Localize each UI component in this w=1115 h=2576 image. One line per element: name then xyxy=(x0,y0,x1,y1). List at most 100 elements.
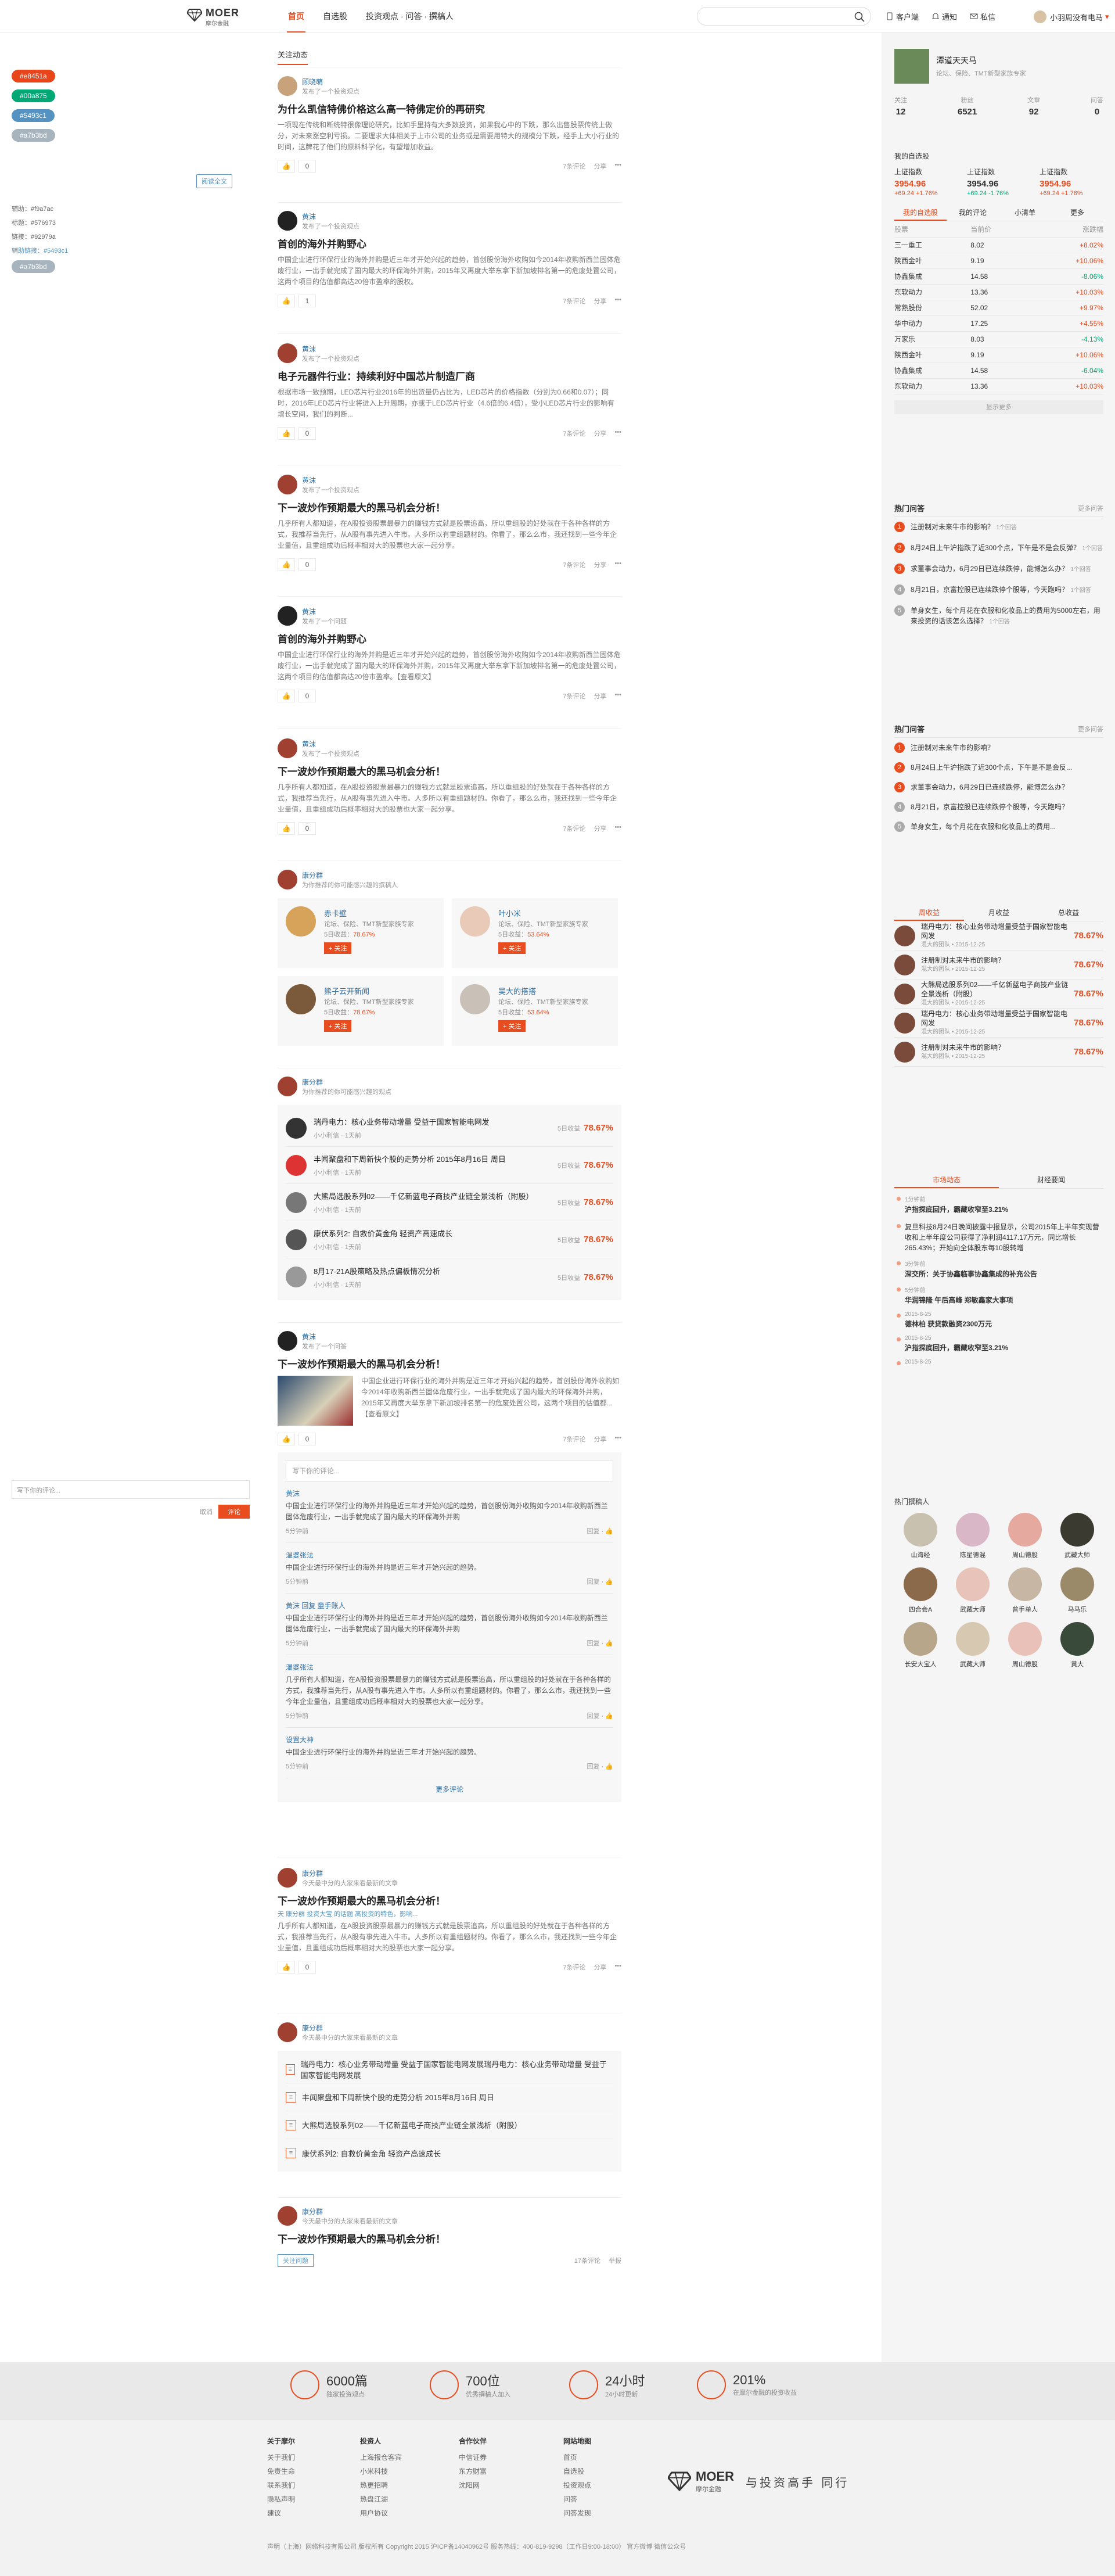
share-button[interactable]: 分享 xyxy=(594,691,606,701)
list-item[interactable]: 瑞丹电力：核心业务带动增量 受益于国家智能电网发 小小利信 · 1天前 5日收益 78… xyxy=(286,1110,613,1147)
reply-button[interactable]: 回复 · 👍 xyxy=(587,1761,613,1771)
avatar[interactable] xyxy=(278,606,297,626)
list-item[interactable]: 8月17-21A股策略及热点偏板情况分析 小小利信 · 1天前 5日收益 78.67% xyxy=(286,1258,613,1296)
rank-item[interactable]: 注册制对未来牛市的影响？ 混大的团队 • 2015-12-25 78.67% xyxy=(894,1038,1103,1067)
author-name[interactable]: 黄沫 xyxy=(302,211,359,221)
list-item[interactable]: ≡ 康伏系列2: 自救价黄金角 轻资产高速成长 xyxy=(286,2139,613,2167)
like-button[interactable]: 👍 xyxy=(278,690,295,702)
stock-name[interactable]: 万家乐 xyxy=(894,331,971,347)
author-name[interactable]: 黄沫 xyxy=(302,344,359,354)
submit-button[interactable]: 评论 xyxy=(218,1505,250,1519)
footer-link[interactable]: 热盘江湖 xyxy=(360,2492,402,2506)
notice-link[interactable]: 通知 xyxy=(931,11,957,22)
reply-button[interactable]: 回复 · 👍 xyxy=(587,1526,613,1535)
avatar[interactable] xyxy=(278,2206,297,2226)
writer-card[interactable]: 赤卡壁 论坛、保险、TMT新型家族专家 5日收益：78.67% + 关注 xyxy=(278,898,444,968)
item-title[interactable]: 瑞丹电力：核心业务带动增量受益于国家智能电网发 xyxy=(921,922,1074,941)
footer-link[interactable]: 免责生命 xyxy=(267,2464,295,2478)
stock-name[interactable]: 陕西金叶 xyxy=(894,253,971,269)
item-title[interactable]: 康伏系列2: 自救价黄金角 轻资产高速成长 xyxy=(302,2148,441,2159)
tab-month[interactable]: 月收益 xyxy=(964,904,1034,921)
tab-week[interactable]: 周收益 xyxy=(894,904,964,921)
search-icon[interactable] xyxy=(854,12,865,22)
comment-count[interactable]: 7条评论 xyxy=(563,824,585,833)
writer-item[interactable]: 周山德股 xyxy=(999,1622,1051,1669)
share-button[interactable]: 分享 xyxy=(594,1963,606,1972)
author-name[interactable]: 黄沫 xyxy=(302,475,359,485)
feed-item[interactable]: 复旦科技8月24日晚间披露中报显示，公司2015年上半年实现营收和上半年度公司获… xyxy=(894,1222,1103,1259)
like-button[interactable]: 👍 xyxy=(278,160,295,173)
rank-item[interactable]: 瑞丹电力：核心业务带动增量受益于国家智能电网发 混大的团队 • 2015-12-2… xyxy=(894,921,1103,950)
list-item[interactable]: ≡ 丰闻聚盘和下周新快个股的走势分析 2015年8月16日 周日 xyxy=(286,2083,613,2111)
more-icon[interactable]: ••• xyxy=(614,560,621,569)
user-menu[interactable]: 小羽周没有电马 ▾ xyxy=(1034,10,1109,23)
comment-count[interactable]: 7条评论 xyxy=(563,296,585,306)
post-title[interactable]: 下一波炒作预期最大的黑马机会分析！ xyxy=(278,501,621,516)
tab-market-news[interactable]: 市场动态 xyxy=(894,1171,999,1188)
stock-name[interactable]: 陕西金叶 xyxy=(894,347,971,363)
avatar[interactable] xyxy=(278,2022,297,2042)
avatar[interactable] xyxy=(278,343,297,363)
more-icon[interactable]: ••• xyxy=(614,1963,621,1972)
more-icon[interactable]: ••• xyxy=(614,691,621,701)
comment-count[interactable]: 7条评论 xyxy=(563,691,585,701)
follow-button[interactable]: + 关注 xyxy=(324,1020,352,1032)
more-icon[interactable]: ••• xyxy=(614,296,621,306)
feed-item[interactable]: 2015-8-25 沪指探底回升，霸藏收窄至3.21% xyxy=(894,1335,1103,1359)
share-button[interactable]: 分享 xyxy=(594,429,606,438)
client-link[interactable]: 客户端 xyxy=(886,11,919,22)
comment-author[interactable]: 温婆张法 xyxy=(286,1550,613,1560)
table-row[interactable]: 陕西金叶 9.19 +10.06% xyxy=(894,253,1103,269)
item-title[interactable]: 单身女生，每个月花在衣服和化妆品上的费用... xyxy=(911,821,1056,832)
logo[interactable]: MOER 摩尔金融 xyxy=(187,6,245,27)
comment-count[interactable]: 17条评论 xyxy=(574,2256,600,2265)
avatar[interactable] xyxy=(278,1868,297,1888)
like-button[interactable]: 👍 xyxy=(278,558,295,571)
list-item[interactable]: ≡ 大熊局选股系列02——千亿新蓝电子商技产业链全景浅析（附股） xyxy=(286,2111,613,2139)
follow-button[interactable]: + 关注 xyxy=(324,942,352,954)
post-title[interactable]: 下一波炒作预期最大的黑马机会分析！ xyxy=(278,765,621,780)
table-row[interactable]: 协鑫集成 14.58 -6.04% xyxy=(894,363,1103,379)
writer-card[interactable]: 熊子云开新闻 论坛、保险、TMT新型家族专家 5日收益：78.67% + 关注 xyxy=(278,976,444,1046)
item-title[interactable]: 瑞丹电力：核心业务带动增量 受益于国家智能电网发展瑞丹电力：核心业务带动增量 受… xyxy=(301,2058,613,2080)
comment-author[interactable]: 黄沫 回复 童手账人 xyxy=(286,1601,613,1610)
rank-item[interactable]: 注册制对未来牛市的影响？ 混大的团队 • 2015-12-25 78.67% xyxy=(894,950,1103,980)
stock-name[interactable]: 协鑫集成 xyxy=(894,268,971,285)
author-name[interactable]: 顾晓萌 xyxy=(302,77,359,87)
avatar[interactable] xyxy=(278,475,297,494)
comment-count[interactable]: 7条评论 xyxy=(563,1434,585,1444)
feed-item[interactable]: 2015-8-25 xyxy=(894,1359,1103,1371)
avatar[interactable] xyxy=(278,76,297,96)
footer-link[interactable]: 首页 xyxy=(563,2451,591,2464)
more-icon[interactable]: ••• xyxy=(614,429,621,438)
tab-watchlist[interactable]: 我的自选股 xyxy=(894,204,947,221)
comment-count[interactable]: 7条评论 xyxy=(563,429,585,438)
footer-link[interactable]: 隐私声明 xyxy=(267,2492,295,2506)
stat-follow[interactable]: 关注 12 xyxy=(894,95,907,117)
rank-item[interactable]: 瑞丹电力：核心业务带动增量受益于国家智能电网发 混大的团队 • 2015-12-2… xyxy=(894,1009,1103,1038)
tab-my-comments[interactable]: 我的评论 xyxy=(947,204,999,221)
author-name[interactable]: 黄沫 xyxy=(302,739,359,749)
list-item[interactable]: 1 注册制对未来牛市的影响？ 1个回答 xyxy=(894,517,1103,538)
author-name[interactable]: 康分群 xyxy=(302,1077,391,1087)
list-item[interactable]: 3 求董事会动力，6月29日已连续跌停，能博怎么办？ xyxy=(894,777,1103,797)
post-title[interactable]: 电子元器件行业：持续利好中国芯片制造厂商 xyxy=(278,369,621,385)
share-button[interactable]: 分享 xyxy=(594,296,606,306)
follow-button[interactable]: + 关注 xyxy=(498,1020,526,1032)
item-title[interactable]: 8月24日上午沪指跌了近300个点，下午是不是会反弹？ xyxy=(911,544,1080,552)
post-title[interactable]: 首创的海外并购野心 xyxy=(278,237,621,252)
show-more-button[interactable]: 显示更多 xyxy=(894,400,1103,414)
stock-name[interactable]: 东软动力 xyxy=(894,378,971,394)
tab-list[interactable]: 小清单 xyxy=(999,204,1051,221)
report-button[interactable]: 举报 xyxy=(609,2256,621,2265)
tab-more[interactable]: 更多 xyxy=(1051,204,1103,221)
author-name[interactable]: 康分群 xyxy=(302,2207,398,2216)
post-thumbnail[interactable] xyxy=(278,1376,353,1426)
author-name[interactable]: 康分群 xyxy=(302,1868,398,1878)
item-title[interactable]: 8月21日，京富控股已连续跌停个股等，今天跑吗？ xyxy=(911,586,1069,594)
writer-item[interactable]: 马马乐 xyxy=(1051,1567,1103,1614)
share-button[interactable]: 分享 xyxy=(594,1434,606,1444)
table-row[interactable]: 东软动力 13.36 +10.03% xyxy=(894,284,1103,300)
feed-item[interactable]: 2015-8-25 德林柏 获贷款融资2300万元 xyxy=(894,1311,1103,1335)
share-button[interactable]: 分享 xyxy=(594,162,606,171)
